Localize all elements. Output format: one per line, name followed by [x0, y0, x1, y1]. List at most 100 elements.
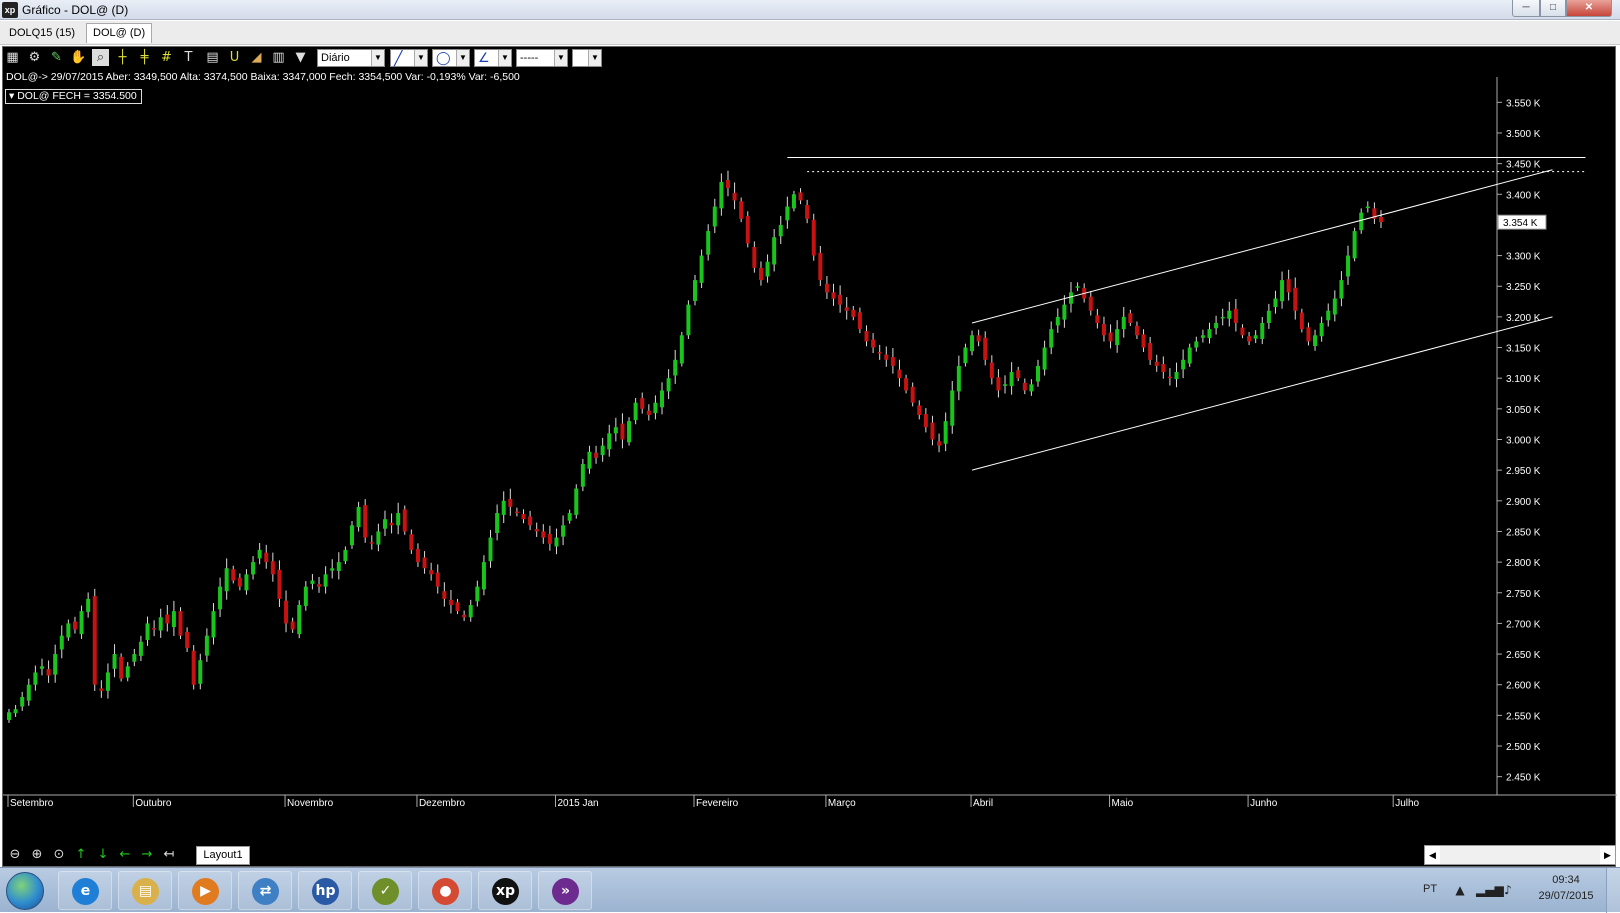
period-select[interactable]: Diário ▼	[317, 49, 385, 67]
candle	[732, 182, 737, 210]
candle	[547, 525, 552, 551]
scroll-right-button[interactable]: ▶	[1600, 846, 1615, 864]
line-tool-select[interactable]: ╱ ▼	[390, 49, 428, 67]
hash-icon[interactable]: #	[158, 49, 175, 66]
chart-icon[interactable]: ▦	[4, 49, 21, 66]
candle	[244, 569, 249, 595]
chevron-down-icon: ▼	[414, 50, 427, 66]
candle	[725, 170, 730, 197]
start-button[interactable]	[6, 872, 44, 910]
close-button[interactable]: ✕	[1566, 0, 1612, 17]
crosshair-icon[interactable]: ┼	[114, 49, 131, 66]
candle-body	[211, 611, 216, 638]
zoom-reset-icon[interactable]: ⊙	[50, 846, 68, 864]
tab-dol-daily[interactable]: DOL@ (D)	[86, 23, 153, 43]
candle	[752, 241, 757, 273]
arrow-end-icon[interactable]: ↤	[160, 846, 178, 864]
layout-tab[interactable]: Layout1	[196, 846, 250, 865]
series-legend[interactable]: ▾ DOL@ FECH = 3354.500	[5, 89, 142, 104]
candle-body	[725, 180, 730, 189]
taskbar-app-chrome[interactable]: ●	[418, 871, 472, 910]
maximize-button[interactable]: □	[1540, 0, 1566, 17]
candle-body	[752, 247, 757, 268]
candle	[653, 395, 658, 420]
arrow-left-icon[interactable]: ←	[116, 846, 134, 864]
candle-body	[429, 570, 434, 575]
candle-body	[554, 537, 559, 547]
candle-body	[758, 267, 763, 281]
taskbar-app-explorer[interactable]: ▤	[118, 871, 172, 910]
candle-body	[501, 500, 506, 515]
arrow-up-icon[interactable]: ↑	[72, 846, 90, 864]
zoom-select-icon[interactable]: ⌕	[92, 49, 109, 66]
magnet-icon[interactable]: U	[226, 49, 243, 66]
candle	[1319, 316, 1324, 342]
candle	[488, 529, 493, 568]
filter-icon[interactable]: ▼	[292, 49, 309, 66]
language-indicator[interactable]: PT	[1423, 883, 1437, 895]
taskbar-app-xp[interactable]: xp	[478, 871, 532, 910]
taskbar-app-network[interactable]: ⇄	[238, 871, 292, 910]
trash-icon[interactable]: ▥	[270, 49, 287, 66]
candle-body	[231, 569, 236, 581]
candle	[607, 424, 612, 457]
calculator-icon[interactable]: ▤	[204, 49, 221, 66]
zoom-in-icon[interactable]: ⊕	[28, 846, 46, 864]
eraser-icon[interactable]: ◢	[248, 49, 265, 66]
candle-body	[1154, 361, 1159, 366]
candle	[1306, 322, 1311, 346]
candle-body	[257, 549, 262, 559]
candle	[402, 505, 407, 535]
text-icon[interactable]: T	[180, 49, 197, 66]
candle	[165, 605, 170, 632]
candle-body	[534, 529, 539, 532]
hand-icon[interactable]: ✋	[70, 49, 87, 66]
candle-body	[178, 611, 183, 636]
network-signal-icon[interactable]: ▂▄▆	[1476, 882, 1504, 898]
settings-icon[interactable]: ⚙	[26, 49, 43, 66]
trendline-channel-top	[971, 169, 1553, 324]
taskbar-app-media-player[interactable]: ▶	[178, 871, 232, 910]
color-select[interactable]: ▼	[572, 49, 602, 67]
scroll-left-button[interactable]: ◀	[1425, 846, 1440, 864]
zoom-out-icon[interactable]: ⊖	[6, 846, 24, 864]
candle-body	[745, 216, 750, 244]
candle	[699, 249, 704, 289]
candle-body	[607, 433, 612, 450]
taskbar-app-files[interactable]: ✓	[358, 871, 412, 910]
tray-expand-icon[interactable]: ▲	[1452, 882, 1468, 898]
candle-body	[1009, 372, 1014, 387]
line-style-select[interactable]: ----- ▼	[516, 49, 568, 67]
show-desktop-button[interactable]	[1606, 868, 1620, 913]
y-tick-label: 3.000 K	[1506, 436, 1541, 447]
candle	[528, 510, 533, 531]
taskbar-app-hp[interactable]: hp	[298, 871, 352, 910]
x-tick-label: Setembro	[10, 798, 54, 809]
fibonacci-icon[interactable]: ╪	[136, 49, 153, 66]
draw-icon[interactable]: ✎	[48, 49, 65, 66]
horizontal-scrollbar[interactable]: ◀ ▶	[1424, 845, 1616, 865]
candle-body	[7, 712, 11, 720]
candle	[1286, 269, 1291, 301]
shape-tool-select[interactable]: ◯ ▼	[432, 49, 470, 67]
price-chart[interactable]: 3.550 K3.500 K3.450 K3.400 K3.350 K3.300…	[3, 47, 1617, 868]
candle	[963, 343, 968, 367]
candle	[937, 433, 942, 453]
tab-dolq15[interactable]: DOLQ15 (15)	[2, 23, 82, 43]
candle	[39, 658, 44, 676]
candle-body	[422, 557, 427, 569]
arrow-right-icon[interactable]: →	[138, 846, 156, 864]
candle-body	[244, 574, 249, 591]
clock-time[interactable]: 09:34	[1531, 874, 1601, 886]
minimize-button[interactable]: ─	[1512, 0, 1540, 17]
candle	[455, 598, 460, 615]
clock-date[interactable]: 29/07/2015	[1531, 890, 1601, 902]
candle-body	[541, 531, 546, 538]
channel-tool-select[interactable]: ∠ ▼	[474, 49, 512, 67]
volume-icon[interactable]: ♪	[1500, 882, 1516, 898]
taskbar-app-ie[interactable]: e	[58, 871, 112, 910]
arrow-down-icon[interactable]: ↓	[94, 846, 112, 864]
x-tick-label: Novembro	[287, 798, 334, 809]
candle	[1121, 307, 1126, 338]
taskbar-app-arrow-app[interactable]: »	[538, 871, 592, 910]
